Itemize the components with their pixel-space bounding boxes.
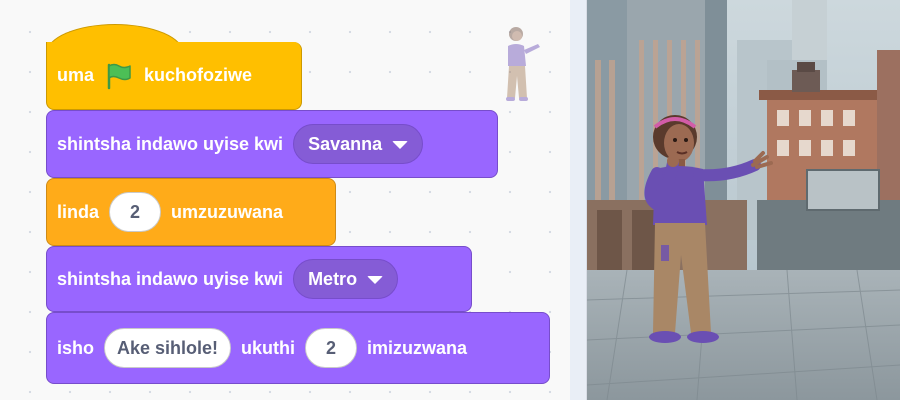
say-unit-label: imizuzwana: [367, 337, 468, 358]
panel-divider: [570, 0, 587, 400]
backdrop-dropdown[interactable]: Metro: [293, 259, 399, 299]
switch-backdrop-block[interactable]: shintsha indawo uyise kwi Savanna: [46, 110, 498, 178]
stage[interactable]: [587, 0, 900, 400]
when-flag-clicked-block[interactable]: uma kuchofoziwe: [46, 42, 302, 110]
code-area[interactable]: uma kuchofoziwe shintsha indawo uyise kw…: [0, 0, 571, 400]
say-connector-label: ukuthi: [241, 337, 296, 358]
switch-backdrop-label: shintsha indawo uyise kwi: [57, 268, 284, 289]
switch-backdrop-label: shintsha indawo uyise kwi: [57, 133, 284, 154]
say-seconds-input[interactable]: 2: [305, 328, 358, 368]
wait-block[interactable]: linda 2 umzuzuwana: [46, 178, 336, 246]
wait-label: linda: [57, 201, 100, 222]
dropdown-caret-icon: [367, 276, 384, 284]
dropdown-caret-icon: [392, 141, 409, 149]
hat-label-after: kuchofoziwe: [144, 65, 253, 85]
say-for-secs-block[interactable]: isho Ake sihlole! ukuthi 2 imizuzwana: [46, 312, 550, 384]
say-message-input[interactable]: Ake sihlole!: [104, 328, 232, 368]
green-flag-icon: [107, 63, 131, 89]
backdrop-dropdown[interactable]: Savanna: [293, 124, 424, 164]
backdrop-dropdown-value: Savanna: [308, 133, 383, 154]
sprite-character[interactable]: [637, 105, 777, 355]
backdrop-dropdown-value: Metro: [308, 268, 358, 289]
hat-label-before: uma: [57, 65, 95, 85]
wait-unit-label: umzuzuwana: [171, 201, 284, 222]
say-label: isho: [57, 337, 95, 358]
sprite-thumbnail: [506, 27, 540, 101]
wait-seconds-input[interactable]: 2: [109, 192, 162, 232]
switch-backdrop-block[interactable]: shintsha indawo uyise kwi Metro: [46, 246, 472, 312]
